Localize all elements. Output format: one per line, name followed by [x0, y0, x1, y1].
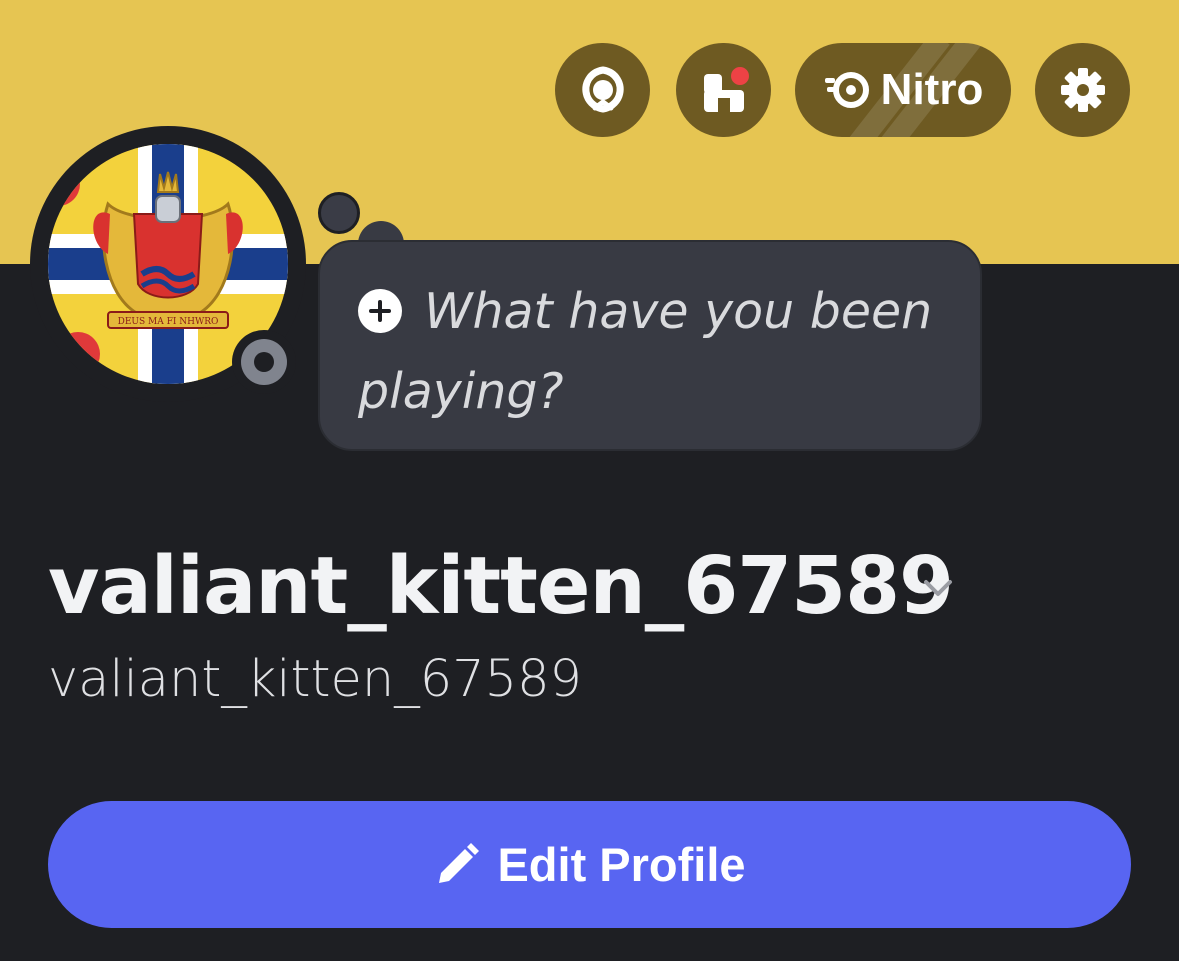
badges-button[interactable]: [555, 43, 650, 137]
pencil-icon: [439, 842, 480, 883]
display-name: valiant_kitten_67589: [48, 540, 954, 632]
plus-circle-icon: [358, 288, 402, 333]
gear-icon: [1060, 68, 1105, 112]
laurel-wreath-icon: [581, 66, 624, 113]
username: valiant_kitten_67589: [48, 650, 582, 709]
chevron-down-icon[interactable]: [918, 568, 958, 608]
thought-bubble-dot: [318, 192, 360, 234]
activity-prompt-text: What have you been playing?: [358, 283, 933, 420]
notification-dot: [728, 64, 752, 88]
nitro-button[interactable]: Nitro: [795, 43, 1011, 137]
shop-button[interactable]: [676, 43, 771, 137]
offline-status-icon: [241, 339, 287, 385]
settings-button[interactable]: [1035, 43, 1130, 137]
nitro-icon: [824, 72, 869, 108]
nitro-label: Nitro: [880, 65, 984, 114]
status-indicator[interactable]: [232, 330, 296, 394]
avatar-motto: DEUS MA FI NHWRO: [118, 317, 219, 327]
edit-profile-label: Edit Profile: [497, 838, 746, 891]
edit-profile-button[interactable]: Edit Profile: [48, 801, 1131, 928]
activity-prompt-bubble[interactable]: What have you been playing?: [318, 240, 982, 451]
